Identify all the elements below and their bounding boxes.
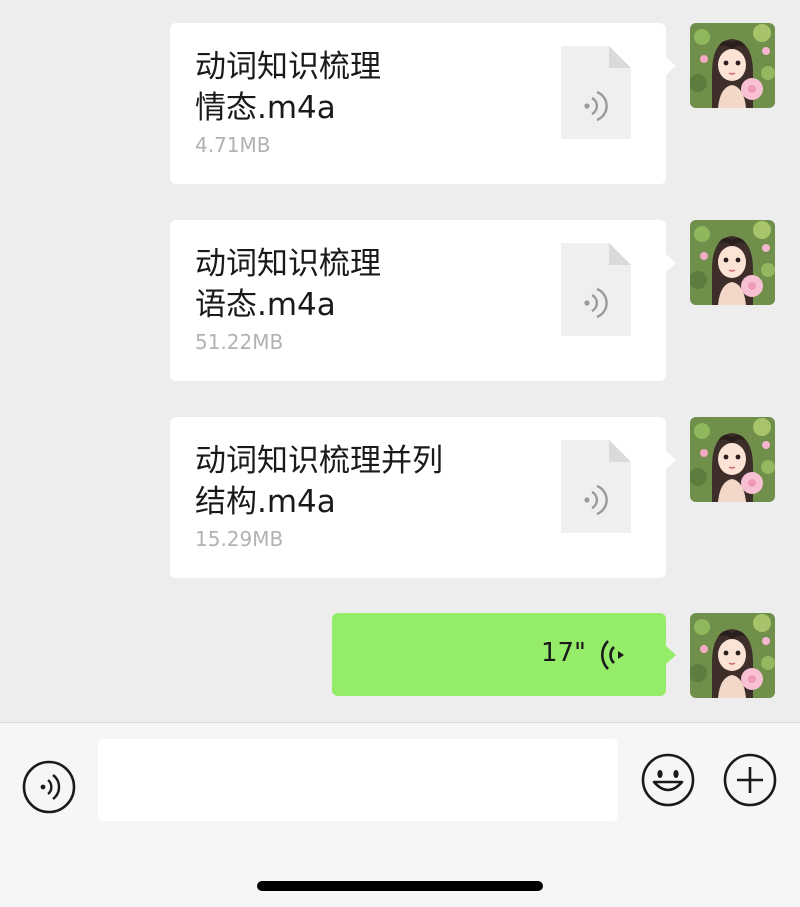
file-name-line2: 结构.m4a [195,484,336,520]
file-name-line1: 动词知识梳理 [195,246,381,282]
audio-file-icon [561,46,631,139]
audio-file-icon [561,243,631,336]
user-avatar-icon[interactable] [690,613,775,698]
chat-area: 动词知识梳理 情态.m4a 4.71MB 动词知识梳理 语态.m4a 51.22… [0,0,800,722]
emoji-icon[interactable] [640,752,696,808]
file-name-line2: 语态.m4a [195,287,336,323]
file-message[interactable]: 动词知识梳理 语态.m4a 51.22MB [170,220,676,381]
voice-duration: 17" [540,638,586,668]
file-name: 动词知识梳理 语态.m4a [195,244,495,326]
file-size: 15.29MB [195,527,284,551]
user-avatar-icon[interactable] [690,417,775,502]
file-message[interactable]: 动词知识梳理 情态.m4a 4.71MB [170,23,676,184]
voice-message[interactable]: 17" [332,613,676,696]
voice-mode-icon[interactable] [21,759,77,815]
user-avatar-icon[interactable] [690,220,775,305]
audio-file-icon [561,440,631,533]
input-bar [0,722,800,907]
file-name: 动词知识梳理 情态.m4a [195,47,495,129]
home-indicator[interactable] [257,881,543,891]
file-size: 4.71MB [195,133,271,157]
plus-icon[interactable] [722,752,778,808]
voice-wave-icon [601,640,624,670]
file-name: 动词知识梳理并列 结构.m4a [195,441,495,523]
file-message[interactable]: 动词知识梳理并列 结构.m4a 15.29MB [170,417,676,578]
message-input[interactable] [98,739,618,821]
file-size: 51.22MB [195,330,284,354]
file-name-line2: 情态.m4a [195,90,336,126]
file-name-line1: 动词知识梳理 [195,49,381,85]
user-avatar-icon[interactable] [690,23,775,108]
file-name-line1: 动词知识梳理并列 [195,443,443,479]
